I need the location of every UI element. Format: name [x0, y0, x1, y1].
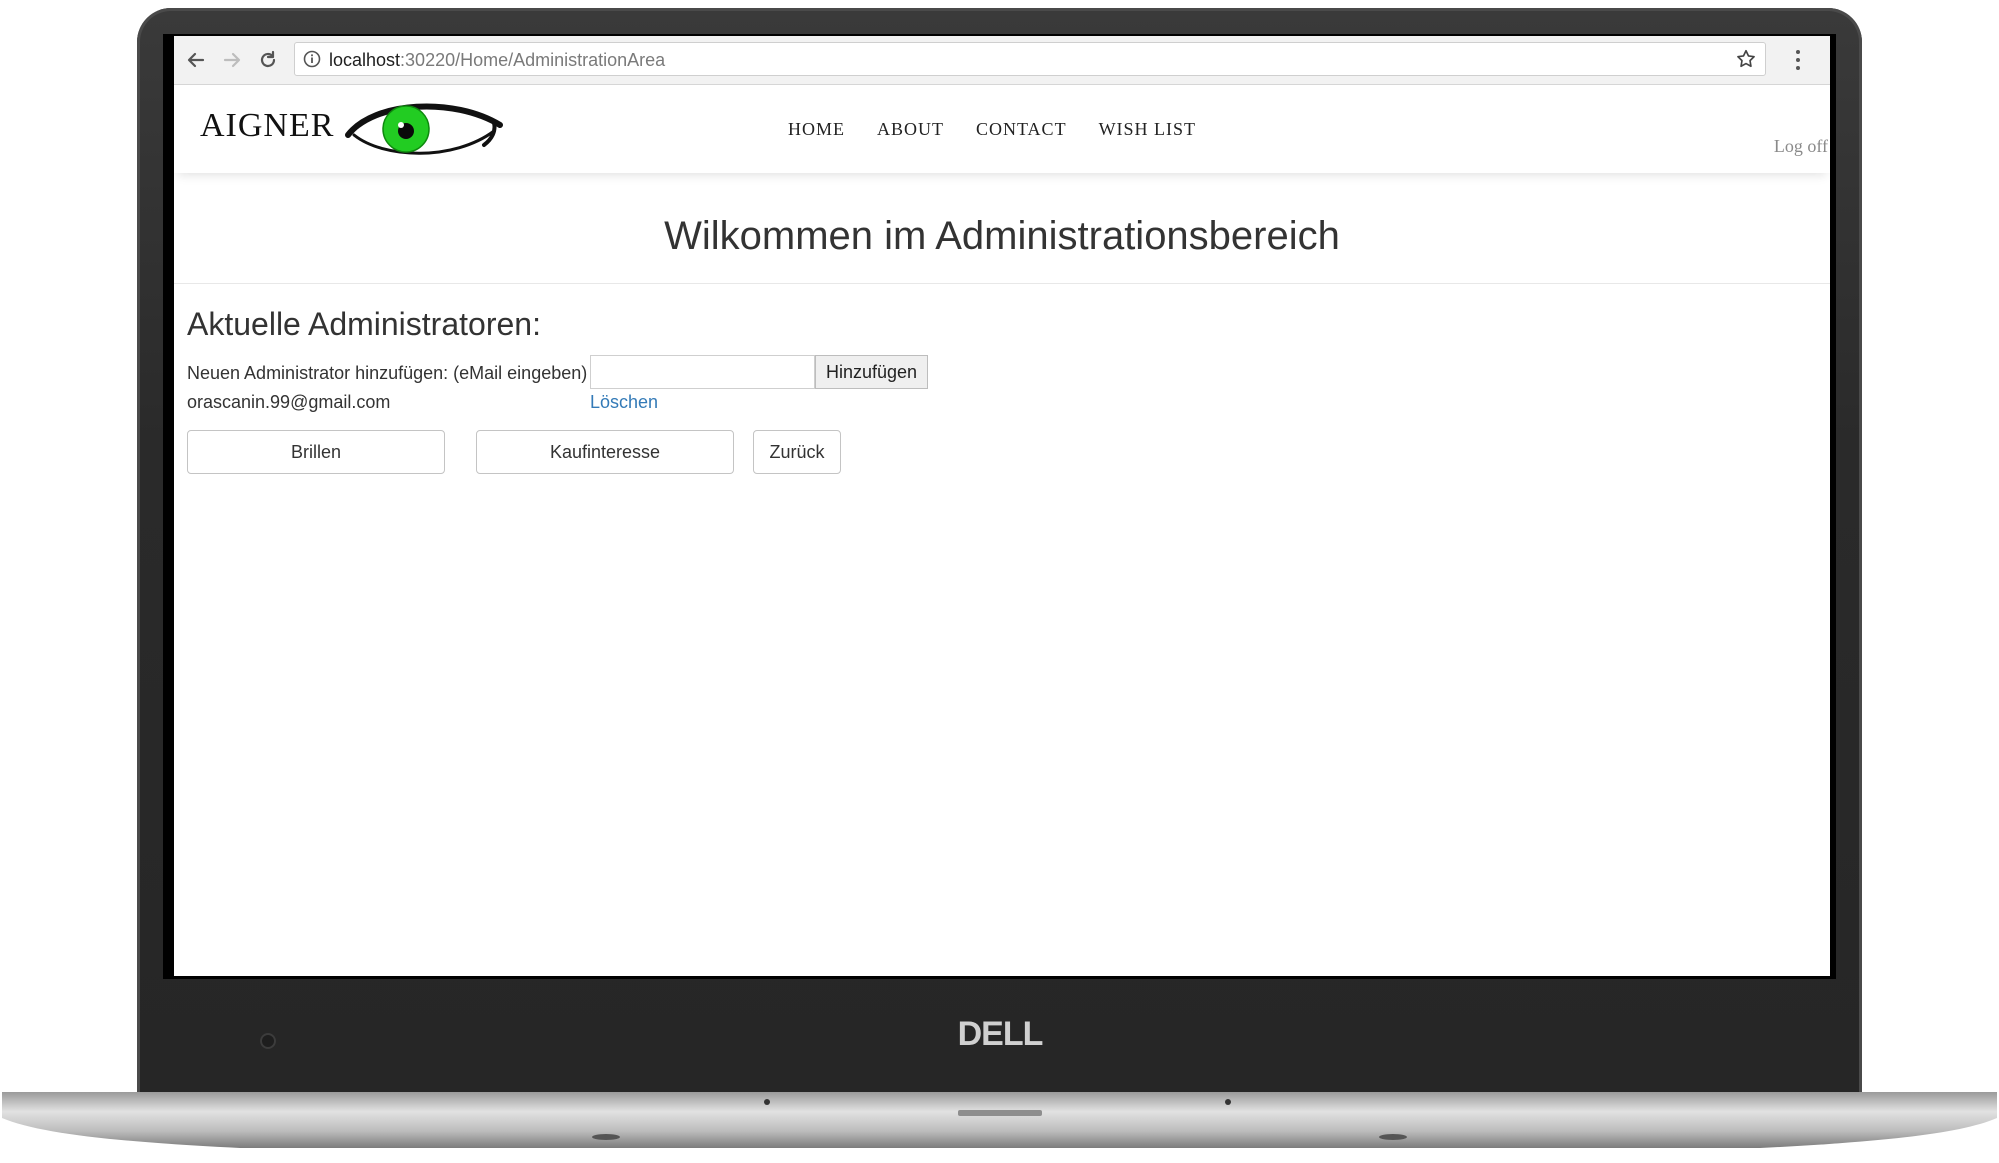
back-icon[interactable] [182, 46, 210, 74]
info-icon[interactable] [303, 50, 321, 68]
forward-icon[interactable] [218, 46, 246, 74]
title-divider [174, 283, 1830, 284]
nav-about[interactable]: ABOUT [877, 119, 944, 140]
nav-contact[interactable]: CONTACT [976, 119, 1067, 140]
add-admin-button[interactable]: Hinzufügen [815, 355, 928, 389]
page-title: Wilkommen im Administrationsbereich [664, 214, 1340, 258]
site-header: AIGNER HOME ABOUT CONTACT WISH LIST Log … [174, 85, 1830, 173]
reload-icon[interactable] [254, 46, 282, 74]
nav-wish-list[interactable]: WISH LIST [1099, 119, 1197, 140]
zurueck-button[interactable]: Zurück [753, 430, 841, 474]
url-path: :30220/Home/AdministrationArea [400, 50, 666, 70]
add-admin-label: Neuen Administrator hinzufügen: (eMail e… [187, 363, 588, 383]
admins-heading: Aktuelle Administratoren: [187, 306, 541, 342]
brand-name[interactable]: AIGNER [200, 107, 334, 145]
address-bar[interactable]: localhost:30220/Home/AdministrationArea [294, 42, 1766, 76]
main-nav: HOME ABOUT CONTACT WISH LIST [788, 119, 1228, 140]
dell-logo-icon: DELL [958, 1016, 1044, 1050]
url-text: localhost:30220/Home/AdministrationArea [329, 50, 665, 70]
dell-logo-text: DELL [958, 1016, 1043, 1050]
kaufinteresse-button[interactable]: Kaufinteresse [476, 430, 734, 474]
brillen-button[interactable]: Brillen [187, 430, 445, 474]
eye-logo-icon[interactable] [344, 95, 504, 161]
laptop-base [2, 1092, 1997, 1148]
admin-email-input[interactable] [590, 355, 815, 389]
delete-admin-link[interactable]: Löschen [590, 392, 658, 413]
bookmark-star-icon[interactable] [1735, 48, 1757, 70]
browser-window: localhost:30220/Home/AdministrationArea … [174, 36, 1830, 976]
url-host: localhost [329, 50, 401, 70]
browser-menu-icon[interactable] [1794, 48, 1802, 72]
logoff-link[interactable]: Log off [1774, 136, 1828, 157]
webcam-icon [260, 1033, 276, 1049]
admin-email: orascanin.99@gmail.com [187, 392, 391, 412]
nav-home[interactable]: HOME [788, 119, 845, 140]
browser-toolbar: localhost:30220/Home/AdministrationArea [174, 36, 1830, 85]
